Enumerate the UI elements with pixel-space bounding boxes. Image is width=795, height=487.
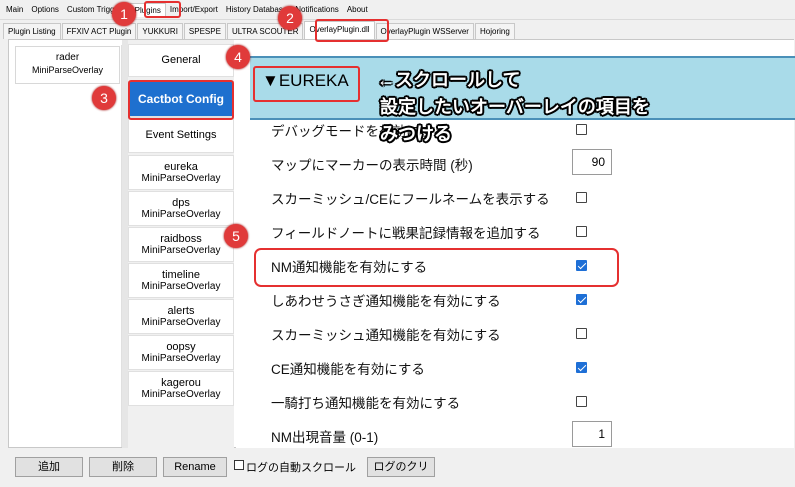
autoscroll-checkbox[interactable] bbox=[234, 460, 244, 470]
nav-overlay-eureka[interactable]: eureka MiniParseOverlay bbox=[128, 155, 234, 190]
highlight-plugins bbox=[144, 1, 181, 18]
step-3-marker: 3 bbox=[92, 86, 116, 110]
setting-label: 一騎打ち通知機能を有効にする bbox=[271, 396, 461, 411]
nav-overlay-name: dps bbox=[172, 197, 190, 209]
autoscroll-label: ログの自動スクロール bbox=[246, 462, 356, 474]
setting-checkbox[interactable] bbox=[576, 294, 587, 305]
menu-about[interactable]: About bbox=[343, 3, 372, 16]
nav-overlay-type: MiniParseOverlay bbox=[141, 281, 221, 292]
step-4-marker: 4 bbox=[226, 45, 250, 69]
app-window: Main Options Custom Triggers Plugins Import/… bbox=[0, 0, 795, 487]
nav-overlay-raidboss[interactable]: raidboss MiniParseOverlay bbox=[128, 227, 234, 262]
add-button[interactable]: 追加 bbox=[15, 457, 83, 477]
subtab-spespe[interactable]: SPESPE bbox=[183, 23, 226, 39]
setting-label: CE通知機能を有効にする bbox=[271, 362, 425, 377]
setting-label: しあわせうさぎ通知機能を有効にする bbox=[271, 294, 501, 309]
add-label: 追加 bbox=[38, 461, 60, 473]
highlight-nm-row bbox=[254, 248, 619, 287]
setting-checkbox[interactable] bbox=[576, 396, 587, 407]
step-2-marker: 2 bbox=[278, 6, 302, 30]
nav-overlay-type: MiniParseOverlay bbox=[141, 353, 221, 364]
nav-overlay-name: raidboss bbox=[160, 233, 202, 245]
setting-checkbox[interactable] bbox=[576, 328, 587, 339]
setting-checkbox[interactable] bbox=[576, 192, 587, 203]
overlay-item-rader[interactable]: rader MiniParseOverlay bbox=[15, 46, 120, 84]
clear-log-button[interactable]: ログのクリ bbox=[367, 457, 435, 477]
overlay-name: rader bbox=[55, 52, 80, 63]
setting-label: NM出現音量 (0-1) bbox=[271, 430, 379, 445]
subtab-yukkuri[interactable]: YUKKURI bbox=[137, 23, 183, 39]
nav-event-label: Event Settings bbox=[145, 129, 217, 141]
rename-label: Rename bbox=[174, 461, 216, 473]
rename-button[interactable]: Rename bbox=[163, 457, 227, 477]
highlight-eureka bbox=[253, 66, 360, 102]
nav-overlay-type: MiniParseOverlay bbox=[141, 317, 221, 328]
highlight-overlayplugin bbox=[315, 19, 389, 42]
nav-overlay-type: MiniParseOverlay bbox=[141, 245, 221, 256]
setting-number-input[interactable]: 1 bbox=[572, 421, 612, 447]
menu-main[interactable]: Main bbox=[2, 3, 27, 16]
nav-overlay-name: kagerou bbox=[161, 377, 201, 389]
setting-label: フィールドノートに戦果記録情報を追加する bbox=[271, 226, 541, 241]
setting-number-input[interactable]: 90 bbox=[572, 149, 612, 175]
step-1-marker: 1 bbox=[112, 2, 136, 26]
note-line-1: ←スクロールして bbox=[377, 70, 521, 90]
nav-general-label: General bbox=[161, 54, 201, 66]
delete-label: 削除 bbox=[112, 461, 134, 473]
nav-overlay-kagerou[interactable]: kagerou MiniParseOverlay bbox=[128, 371, 234, 406]
nav-overlay-name: oopsy bbox=[166, 341, 196, 353]
nav-overlay-name: alerts bbox=[167, 305, 195, 317]
nav-overlay-name: timeline bbox=[162, 269, 200, 281]
setting-label: スカーミッシュ/CEにフールネームを表示する bbox=[271, 192, 550, 207]
nav-overlay-type: MiniParseOverlay bbox=[141, 173, 221, 184]
nav-overlay-dps[interactable]: dps MiniParseOverlay bbox=[128, 191, 234, 226]
nav-event-settings[interactable]: Event Settings bbox=[128, 117, 234, 153]
setting-label: スカーミッシュ通知機能を有効にする bbox=[271, 328, 501, 343]
note-line-2: 設定したいオーバーレイの項目を bbox=[380, 97, 650, 117]
delete-button[interactable]: 削除 bbox=[89, 457, 157, 477]
clear-log-label: ログのクリ bbox=[373, 461, 429, 473]
subtab-plugin-listing[interactable]: Plugin Listing bbox=[3, 23, 61, 39]
nav-overlay-timeline[interactable]: timeline MiniParseOverlay bbox=[128, 263, 234, 298]
note-line-3: みつける bbox=[380, 124, 452, 144]
subtab-overlayplugin-wsserver[interactable]: OverlayPlugin WSServer bbox=[375, 23, 474, 39]
menu-options[interactable]: Options bbox=[27, 3, 63, 16]
highlight-cactbot bbox=[128, 80, 234, 120]
nav-overlay-name: eureka bbox=[164, 161, 198, 173]
subtab-hojoring[interactable]: Hojoring bbox=[474, 23, 515, 39]
nav-overlay-type: MiniParseOverlay bbox=[141, 389, 221, 400]
nav-overlay-alerts[interactable]: alerts MiniParseOverlay bbox=[128, 299, 234, 334]
setting-checkbox[interactable] bbox=[576, 226, 587, 237]
nav-general[interactable]: General bbox=[128, 44, 234, 77]
setting-label: マップにマーカーの表示時間 (秒) bbox=[271, 158, 473, 173]
setting-checkbox[interactable] bbox=[576, 362, 587, 373]
setting-checkbox[interactable] bbox=[576, 124, 587, 135]
step-5-marker: 5 bbox=[224, 224, 248, 248]
nav-overlay-oopsy[interactable]: oopsy MiniParseOverlay bbox=[128, 335, 234, 370]
nav-overlay-type: MiniParseOverlay bbox=[141, 209, 221, 220]
overlay-type: MiniParseOverlay bbox=[31, 65, 104, 75]
